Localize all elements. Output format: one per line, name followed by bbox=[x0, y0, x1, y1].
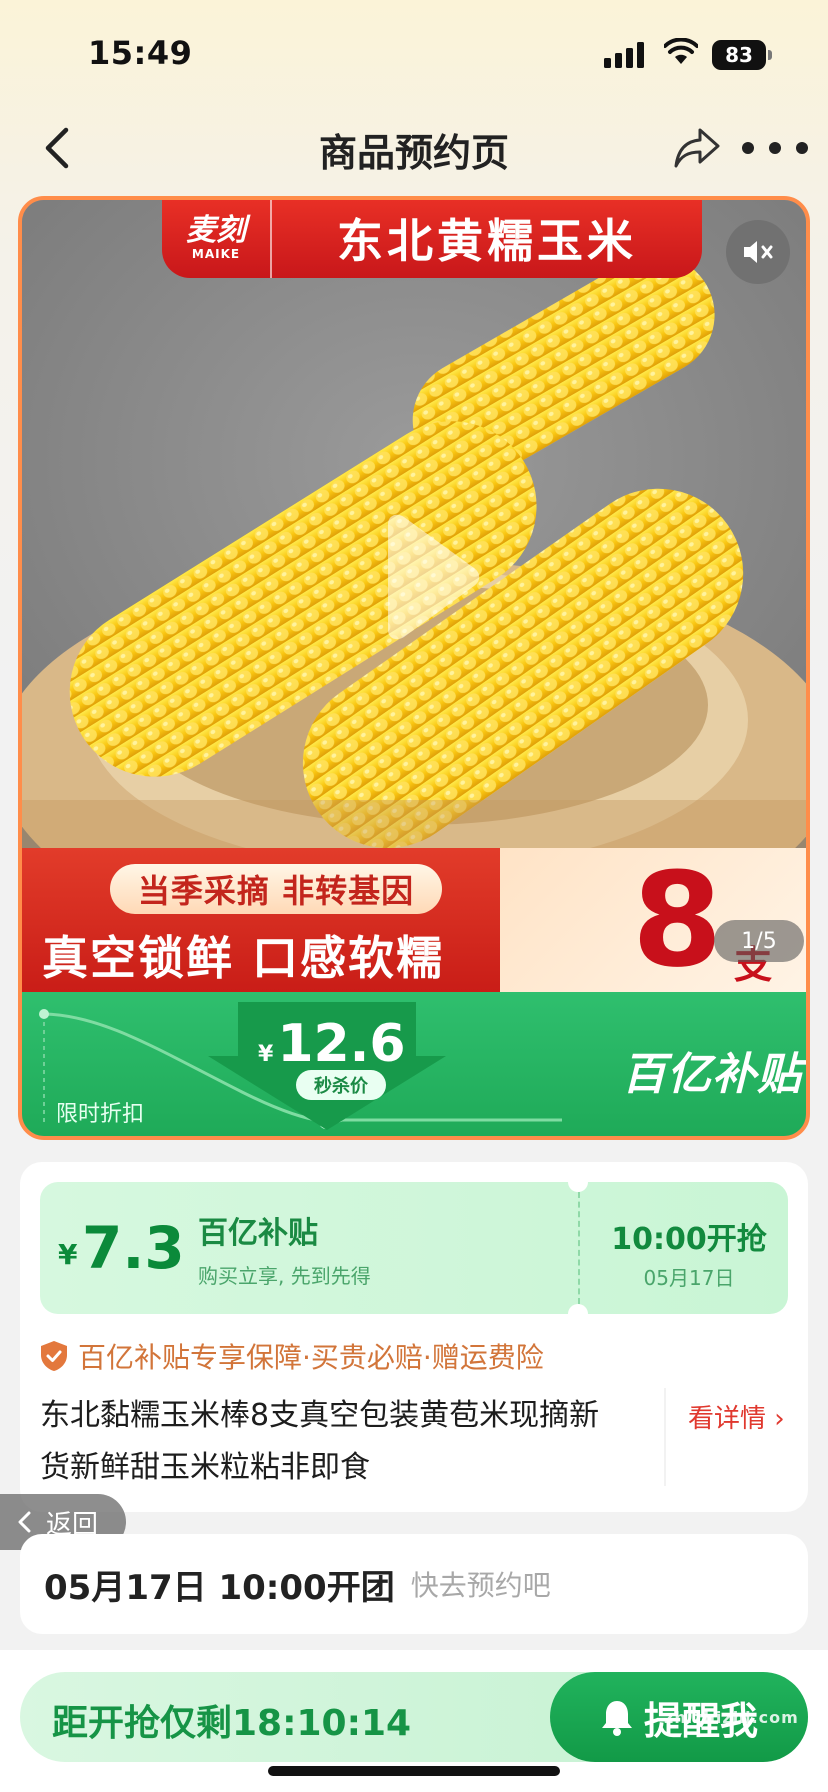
bottom-bar: 距开抢仅剩18:10:14 提醒我 zhizhizhi.com bbox=[0, 1650, 828, 1792]
product-info-card: ¥ 7.3 百亿补贴 购买立享, 先到先得 10:00开抢 05月17日 百亿补… bbox=[20, 1162, 808, 1512]
view-details-link[interactable]: 看详情 › bbox=[688, 1398, 785, 1435]
price-band: ¥ 12.6 秒杀价 限时折扣 百亿补贴 bbox=[22, 992, 806, 1136]
limited-discount-label: 限时折扣 bbox=[56, 1102, 145, 1127]
status-time: 15:49 bbox=[88, 34, 193, 72]
guarantee-row: 百亿补贴专享保障·买贵必赔·赠运费险 bbox=[40, 1336, 544, 1376]
promo-count: 8 bbox=[632, 844, 723, 996]
chevron-left-icon bbox=[18, 1511, 31, 1533]
coupon-currency: ¥ bbox=[58, 1238, 78, 1271]
group-open-row: 05月17日 10:00开团 快去预约吧 bbox=[20, 1534, 808, 1634]
product-title: 东北黏糯玉米棒8支真空包装黄苞米现摘新货新鲜甜玉米粒粘非即食 bbox=[40, 1398, 600, 1485]
guarantee-text: 百亿补贴专享保障·买贵必赔·赠运费险 bbox=[78, 1341, 544, 1374]
coupon-start-date: 05月17日 bbox=[643, 1266, 735, 1290]
battery-level: 83 bbox=[712, 40, 766, 70]
coupon-amount: 7.3 bbox=[82, 1214, 185, 1282]
shield-check-icon bbox=[41, 1341, 67, 1371]
subsidy-coupon: ¥ 7.3 百亿补贴 购买立享, 先到先得 10:00开抢 05月17日 bbox=[40, 1182, 788, 1314]
coupon-title: 百亿补贴 bbox=[198, 1216, 318, 1251]
countdown-text: 距开抢仅剩18:10:14 bbox=[52, 1703, 412, 1744]
home-indicator[interactable] bbox=[268, 1766, 560, 1776]
battery-icon: 83 bbox=[712, 40, 772, 70]
promo-line: 真空锁鲜 口感软糯 bbox=[42, 931, 445, 985]
wifi-icon bbox=[664, 38, 698, 64]
group-hint: 快去预约吧 bbox=[410, 1569, 551, 1602]
promo-tag: 当季采摘 非转基因 bbox=[110, 864, 442, 914]
brand-banner: 麦刻 MAIKE 东北黄糯玉米 bbox=[162, 200, 702, 278]
cellular-signal-icon bbox=[604, 42, 644, 68]
page-indicator: 1/5 bbox=[714, 920, 804, 962]
share-icon[interactable] bbox=[672, 122, 722, 172]
coupon-start-time: 10:00开抢 bbox=[611, 1222, 767, 1257]
more-options-icon[interactable] bbox=[742, 134, 808, 162]
flash-price-tag: 秒杀价 bbox=[296, 1070, 386, 1100]
bell-icon bbox=[601, 1701, 632, 1736]
watermark-text: zhizhizhi.com bbox=[664, 1708, 799, 1727]
flash-price: ¥ 12.6 bbox=[258, 1014, 406, 1074]
product-media-card[interactable]: 麦刻 MAIKE 东北黄糯玉米 当季采摘 非转基因 真空锁鲜 口感软糯 8 支 … bbox=[18, 196, 810, 1140]
coupon-subtitle: 购买立享, 先到先得 bbox=[198, 1264, 371, 1288]
brand-logo: 麦刻 MAIKE bbox=[162, 200, 272, 278]
mute-icon[interactable] bbox=[726, 220, 790, 284]
group-open-time: 05月17日 10:00开团 bbox=[44, 1567, 395, 1608]
play-icon[interactable] bbox=[374, 512, 484, 642]
brand-title: 东北黄糯玉米 bbox=[337, 214, 637, 268]
subsidy-logo: 百亿补贴 bbox=[622, 1049, 802, 1100]
